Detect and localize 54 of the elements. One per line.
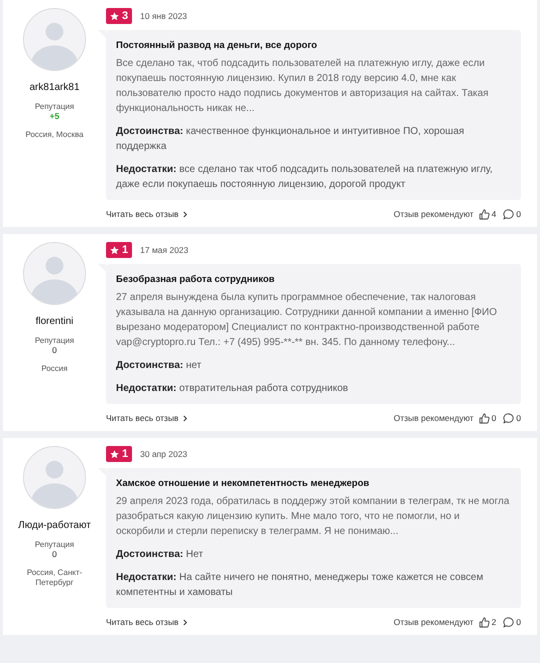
likes-count: 0 xyxy=(492,413,496,423)
reputation-label: Репутация xyxy=(34,336,74,345)
avatar-icon xyxy=(23,242,86,305)
thumbs-up-icon[interactable] xyxy=(478,412,490,424)
pros-text: Достоинства: нет xyxy=(116,359,202,373)
read-more-link[interactable]: Читать весь отзыв xyxy=(106,413,188,423)
cons-text: Недостатки: отвратительная работа сотрудников xyxy=(116,382,350,396)
chevron-icon xyxy=(182,414,188,422)
review-title[interactable]: Постоянный развод на деньги, все дорого xyxy=(116,40,511,51)
reputation-label: Репутация xyxy=(34,540,74,549)
location: Россия, Москва xyxy=(24,130,84,140)
review-text: 27 апреля вынуждена была купить программное обеспечение, так налоговая указывала на данную организацию. Сотрудники данной компании а именно [ФИО вырезано модератором] Специалист по контрактно-производственной работе vap@cryptopro.ru Тел.: +7 (495) 995-**-** вн. 345. По данному телефону... xyxy=(116,291,498,350)
review-date: 30 апр 2023 xyxy=(140,449,188,459)
pros-text: Достоинства: качественное функциональное и интуитивное ПО, хорошая поддержка xyxy=(116,125,466,154)
cons-text: Недостатки: На сайте ничего не понятно, менеджеры тоже кажется не совсем компетентны и хамоваты xyxy=(116,571,484,600)
rating-badge: 1 xyxy=(106,242,132,258)
review-title[interactable]: Хамское отношение и некомпетентность менеджеров xyxy=(116,478,511,489)
review-date: 17 мая 2023 xyxy=(140,245,188,255)
reputation-value: +5 xyxy=(50,111,60,121)
comment-icon[interactable] xyxy=(503,412,514,424)
review-text: Все сделано так, чтоб подсадить пользователей на платежную иглу, даже если покупаешь постоянную лицензию. Купил в 2018 году версию 4.0, мне как пользователю просто надо подпись документов и авторизация на сайтах. Такая функциональность никак не... xyxy=(116,57,490,116)
pros-text: Достоинства: Нет xyxy=(116,548,204,562)
likes-count: 2 xyxy=(492,617,496,627)
chevron-icon xyxy=(182,210,188,218)
comments-count: 0 xyxy=(516,209,521,219)
read-more-link[interactable]: Читать весь отзыв xyxy=(106,209,188,219)
reputation-value: 0 xyxy=(52,549,57,559)
comments-count: 0 xyxy=(516,617,521,627)
author-name[interactable]: florentini xyxy=(36,316,74,327)
recommend-label: Отзыв рекомендуют xyxy=(394,617,474,627)
location: Россия, Санкт-Петербург xyxy=(26,568,84,588)
author-name[interactable]: Люди-работают xyxy=(18,520,91,531)
chevron-icon xyxy=(182,618,188,626)
read-more-link[interactable]: Читать весь отзыв xyxy=(106,617,188,627)
author-name[interactable]: ark81ark81 xyxy=(29,82,80,93)
review-text: 29 апреля 2023 года, обратилась в поддержу этой компании в телеграм, тк не могла разобраться какую лицензию купить. Мне мало того, что не помогли, но и оскорбили и стерли переписку в телеграмм. Я не понимаю... xyxy=(116,495,510,539)
comments-count: 0 xyxy=(516,413,521,423)
thumbs-up-icon[interactable] xyxy=(478,208,490,220)
comment-icon[interactable] xyxy=(503,208,514,220)
reputation-label: Репутация xyxy=(34,102,74,111)
review-title[interactable]: Безобразная работа сотрудников xyxy=(116,274,511,285)
rating-badge: 1 xyxy=(106,446,132,462)
likes-count: 4 xyxy=(492,209,496,219)
recommend-label: Отзыв рекомендуют xyxy=(394,209,474,219)
comment-icon[interactable] xyxy=(503,616,514,628)
cons-text: Недостатки: все сделано так чтоб подсадить пользователей на платежную иглу, даже если покупаешь постоянную лицензию, дорогой продукт xyxy=(116,163,494,192)
recommend-label: Отзыв рекомендуют xyxy=(394,413,474,423)
thumbs-up-icon[interactable] xyxy=(478,616,490,628)
reputation-value: 0 xyxy=(52,345,57,355)
rating-badge: 3 xyxy=(106,8,132,24)
review-date: 10 янв 2023 xyxy=(140,11,188,21)
location: Россия xyxy=(40,364,69,374)
avatar-icon xyxy=(23,446,86,509)
avatar-icon xyxy=(23,8,86,71)
